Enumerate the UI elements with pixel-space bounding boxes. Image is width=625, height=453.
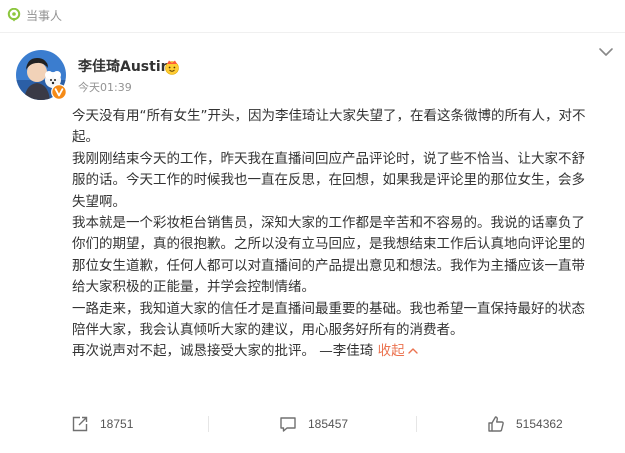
repost-icon: [72, 416, 88, 432]
content-last-line-text: 再次说声对不起，诚恳接受大家的批评。 —李佳琦: [72, 343, 374, 360]
content-line: 失望啊。: [72, 193, 126, 210]
verified-badge-icon: [51, 84, 67, 100]
content-line: 你们的期望，真的很抱歉。之所以没有立马回应，是我想结束工作后认真地向评论里的: [72, 236, 585, 253]
content-line: 我本就是一个彩妆柜台销售员，深知大家的工作都是辛苦和不容易的。我说的话辜负了: [72, 215, 585, 232]
topic-label[interactable]: 当事人: [26, 8, 62, 24]
content-line: 起。: [72, 129, 99, 146]
chevron-down-icon[interactable]: [598, 46, 614, 58]
content-line: 陪伴大家，我会认真倾听大家的建议，用心服务好所有的消费者。: [72, 322, 464, 339]
content-line: 那位女生道歉，任何人都可以对直播间的产品提出意见和想法。我作为主播应该一直带: [72, 257, 585, 274]
post-time[interactable]: 今天01:39: [78, 81, 132, 95]
author-avatar-container[interactable]: [16, 50, 68, 102]
content-line: 一路走来，我知道大家的信任才是直播间最重要的基础。我也希望一直保持最好的状态: [72, 300, 585, 317]
topic-header: 当事人: [0, 0, 625, 34]
content-line: 我刚刚结束今天的工作，昨天我在直播间回应产品评论时，说了些不恰当、让大家不舒: [72, 150, 585, 167]
header-divider: [0, 32, 625, 33]
content-line: 服的话。今天工作的时候我也一直在反思，在回想，如果我是评论里的那位女生，会多: [72, 172, 585, 189]
comment-count: 185457: [308, 417, 349, 431]
like-icon: [488, 416, 504, 432]
collapse-link[interactable]: 收起: [373, 343, 418, 359]
comment-button[interactable]: 185457: [279, 414, 348, 434]
repost-count: 18751: [100, 417, 134, 431]
author-name[interactable]: 李佳琦Austin: [78, 58, 171, 76]
collapse-label[interactable]: 收起: [378, 343, 405, 359]
content-line: 今天没有用“所有女生”开头，因为李佳琦让大家失望了，在看这条微博的所有人，对不: [72, 108, 586, 124]
post-content: 今天没有用“所有女生”开头，因为李佳琦让大家失望了，在看这条微博的所有人，对不 …: [72, 106, 612, 363]
like-button[interactable]: 5154362: [487, 414, 563, 434]
post-action-bar: 18751 185457 5154362: [0, 404, 625, 444]
location-pin-icon: [7, 8, 21, 22]
like-count: 5154362: [516, 417, 563, 431]
repost-button[interactable]: 18751: [71, 414, 133, 434]
caret-up-icon[interactable]: [407, 347, 418, 355]
content-last-line: 再次说声对不起，诚恳接受大家的批评。 —李佳琦 收起: [72, 341, 612, 362]
comment-icon: [280, 417, 296, 432]
action-separator: [416, 416, 417, 432]
crown-emoji-icon: [165, 60, 179, 75]
content-line: 给大家积极的正能量，并学会控制情绪。: [72, 279, 315, 296]
action-separator: [208, 416, 209, 432]
